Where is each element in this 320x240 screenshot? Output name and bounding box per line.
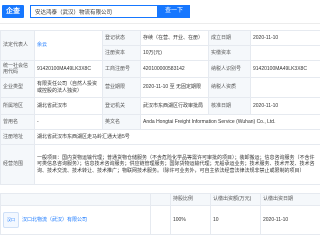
legal-rep-link[interactable]: 余云	[37, 42, 47, 48]
header-date: 认缴出资日期	[260, 193, 320, 206]
company-logo: 汉口	[3, 212, 19, 228]
tax-qual-value	[250, 77, 320, 98]
paid-capital-label: 实缴资本	[208, 45, 251, 61]
region-value: 湖北省武汉市	[34, 97, 103, 115]
authority-label: 登记机关	[102, 97, 141, 115]
tax-id-label: 纳税人识别号	[208, 60, 251, 78]
shareholder-date: 2020-11-10	[260, 205, 320, 235]
shareholder-name-cell: 汉口 汉口北物流（武汉）有限公司	[0, 205, 151, 235]
credit-code-label: 统一社会信用代码	[0, 60, 35, 78]
shareholder-ratio: 100%	[170, 205, 211, 235]
english-name-label: 英文名	[102, 114, 141, 130]
legal-rep-label: 法定代表人	[0, 30, 35, 61]
reg-no-value: 420100000583142	[140, 60, 209, 78]
address-label: 注册地址	[0, 129, 35, 145]
shareholder-name-link[interactable]: 汉口北物流（武汉）有限公司	[22, 217, 87, 223]
address-value: 湖北省武汉市东西湖区走马岭汇通大道5号	[34, 129, 320, 145]
paid-capital-value	[250, 45, 320, 61]
authority-value: 武汉市东西湖区行政审批局	[140, 97, 209, 115]
info-row: 曾用名 - 英文名 Anda Hongtai Freight Informati…	[0, 114, 320, 130]
company-type-label: 企业类型	[0, 77, 35, 98]
scope-label: 经营范围	[0, 144, 35, 185]
header-amount: 认缴出资额(万元)	[210, 193, 261, 206]
header-blank	[0, 193, 151, 206]
info-row: 企业类型 有限责任公司（自然人投资或控股的法人独资） 营业期限 2020-11-…	[0, 77, 320, 98]
founded-value: 2020-11-10	[250, 30, 320, 46]
status-label: 登记状态	[102, 30, 141, 46]
credit-code-value: 91420100MA49LK3X8C	[34, 60, 103, 78]
info-row: 统一社会信用代码 91420100MA49LK3X8C 工商注册号 420100…	[0, 60, 320, 78]
header-blank	[150, 193, 171, 206]
english-name-value: Anda Hongtai Freight Information Service…	[140, 114, 320, 130]
tax-id-value: 91420100MA49LK3X8C	[250, 60, 320, 78]
status-value: 存续（在营、开业、在册）	[140, 30, 209, 46]
approved-value: 2020-11-10	[250, 97, 320, 115]
info-row: 法定代表人 余云 登记状态 存续（在营、开业、在册） 成立日期 2020-11-…	[0, 30, 320, 61]
tax-qual-label: 纳税人资质	[208, 77, 251, 98]
search-button[interactable]: 查一下	[158, 5, 190, 18]
founded-label: 成立日期	[208, 30, 251, 46]
shareholder-header-row: 持股比例 认缴出资额(万元) 认缴出资日期	[0, 193, 320, 206]
reg-capital-value: 10万(元)	[140, 45, 209, 61]
approved-label: 核准日期	[208, 97, 251, 115]
scope-value: 一般项目：国内货物运输代理；普通货物仓储服务（不含危险化学品等需许可审批的项目）…	[34, 144, 320, 185]
info-row: 所属地区 湖北省武汉市 登记机关 武汉市东西湖区行政审批局 核准日期 2020-…	[0, 97, 320, 115]
search-input[interactable]	[30, 5, 158, 18]
info-row: 注册地址 湖北省武汉市东西湖区走马岭汇通大道5号	[0, 129, 320, 145]
company-info-table: 法定代表人 余云 登记状态 存续（在营、开业、在册） 成立日期 2020-11-…	[0, 30, 320, 185]
term-label: 营业期限	[102, 77, 141, 98]
region-label: 所属地区	[0, 97, 35, 115]
company-type-value: 有限责任公司（自然人投资或控股的法人独资）	[34, 77, 103, 98]
info-row: 经营范围 一般项目：国内货物运输代理；普通货物仓储服务（不含危险化学品等需许可审…	[0, 144, 320, 185]
table-row: 汉口 汉口北物流（武汉）有限公司 100% 10 2020-11-10	[0, 205, 320, 235]
shareholder-amount: 10	[210, 205, 261, 235]
blank-cell	[150, 205, 171, 235]
header-ratio: 持股比例	[170, 193, 211, 206]
legal-rep-cell: 余云	[34, 30, 103, 61]
shareholder-table: 持股比例 认缴出资额(万元) 认缴出资日期 汉口 汉口北物流（武汉）有限公司 10…	[0, 193, 320, 235]
top-bar: 企查 查一下	[0, 0, 320, 24]
reg-capital-label: 注册资本	[102, 45, 141, 61]
reg-no-label: 工商注册号	[102, 60, 141, 78]
former-name-value: -	[34, 114, 103, 130]
former-name-label: 曾用名	[0, 114, 35, 130]
site-logo[interactable]: 企查	[2, 5, 24, 18]
term-value: 2020-11-10 至 无固定期限	[140, 77, 209, 98]
